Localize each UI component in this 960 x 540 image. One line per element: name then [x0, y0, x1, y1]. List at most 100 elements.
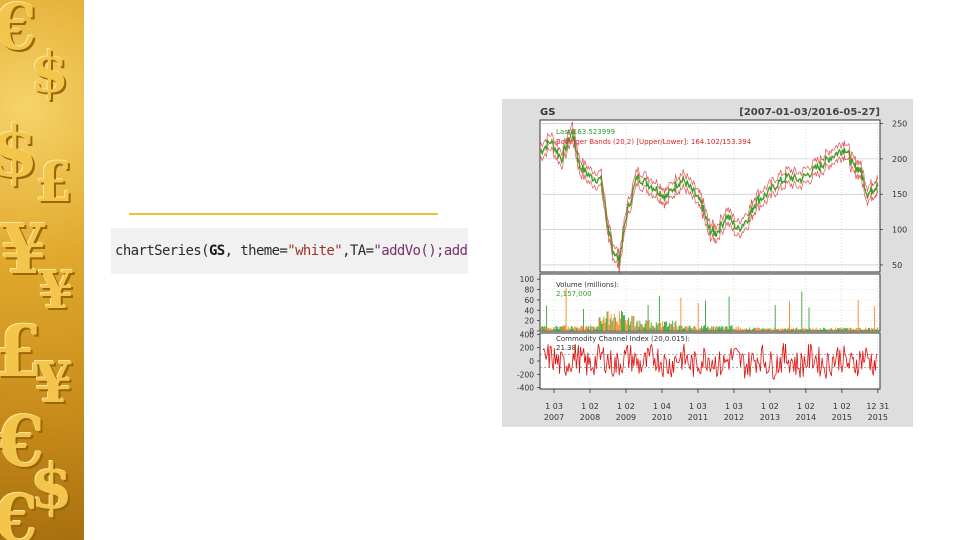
volume-bar	[863, 329, 865, 331]
cci-y-tick-label: 0	[529, 357, 534, 366]
volume-bar	[543, 327, 545, 331]
volume-bar	[722, 326, 724, 331]
volume-bar	[690, 327, 692, 331]
volume-bar	[816, 329, 818, 331]
volume-bar	[583, 308, 584, 331]
volume-bar	[619, 318, 621, 331]
volume-bar	[804, 328, 806, 331]
volume-bar	[623, 315, 624, 331]
volume-bar	[801, 291, 803, 331]
volume-bar	[647, 305, 649, 331]
volume-bar	[577, 328, 579, 331]
volume-bar	[767, 329, 769, 331]
volume-bar	[866, 329, 868, 331]
volume-bar	[830, 328, 831, 331]
volume-bar	[800, 329, 802, 331]
volume-bar	[829, 328, 830, 331]
volume-bar	[672, 320, 674, 331]
volume-bar	[858, 327, 860, 331]
volume-bar	[635, 325, 637, 331]
volume-bar	[728, 296, 730, 331]
cci-y-tick-label: -200	[517, 370, 534, 379]
volume-bar	[781, 328, 783, 331]
volume-bar	[857, 300, 859, 331]
volume-bar	[643, 327, 645, 331]
volume-bar	[545, 326, 547, 331]
volume-bar	[864, 327, 866, 331]
volume-bar	[741, 329, 743, 331]
volume-bar	[704, 325, 705, 331]
volume-bar	[739, 327, 741, 331]
volume-bar	[778, 329, 780, 331]
volume-bar	[657, 323, 659, 331]
volume-bar	[798, 329, 800, 331]
volume-bar	[628, 317, 630, 331]
volume-bar	[670, 323, 672, 331]
price-y-tick-label: 100	[892, 226, 907, 235]
code-symbol: GS	[208, 243, 225, 259]
volume-bar	[724, 326, 726, 331]
volume-bar	[854, 329, 856, 331]
decorative-currency-sidebar: € $ $ £ ¥ ¥ £ ¥ € $ €	[0, 0, 84, 540]
volume-bar	[550, 328, 552, 331]
volume-bar	[758, 327, 760, 331]
volume-bar	[752, 329, 754, 331]
volume-bar	[824, 329, 826, 331]
last-price-label: Last 163.523999	[556, 128, 615, 136]
volume-bar	[673, 327, 675, 331]
volume-bar	[737, 326, 739, 331]
volume-bar	[756, 328, 758, 331]
volume-bar	[542, 326, 543, 331]
volume-bar	[803, 328, 805, 331]
volume-bar	[645, 319, 647, 331]
volume-bar	[760, 329, 762, 331]
volume-bar	[695, 328, 697, 331]
volume-bar	[614, 317, 616, 331]
volume-bar	[691, 328, 693, 331]
volume-bar	[707, 326, 709, 331]
volume-bar	[817, 329, 819, 331]
pound-icon: £	[35, 150, 73, 214]
x-tick-label-day: 12 31	[866, 402, 889, 411]
volume-y-tick-label: 60	[524, 296, 534, 305]
code-theme-value: "white"	[287, 243, 343, 259]
volume-bar	[846, 328, 848, 331]
volume-bar	[596, 326, 598, 331]
volume-bar	[549, 328, 551, 331]
volume-bar	[652, 325, 654, 331]
volume-bar	[723, 329, 725, 331]
cci-y-tick-label: 200	[520, 344, 535, 353]
volume-bar	[654, 327, 656, 331]
volume-bar	[774, 304, 776, 331]
volume-bar	[790, 329, 792, 331]
volume-bar	[779, 328, 781, 331]
volume-bar	[609, 318, 611, 331]
volume-bar	[637, 320, 639, 331]
volume-bar	[547, 327, 549, 331]
volume-bar	[765, 328, 767, 331]
volume-label: Volume (millions):	[556, 281, 619, 289]
volume-bar	[683, 328, 685, 331]
x-tick-label-year: 2007	[544, 413, 564, 422]
volume-bar	[588, 326, 590, 331]
volume-bar	[715, 327, 717, 331]
volume-bar	[814, 329, 816, 331]
volume-bar	[629, 325, 631, 331]
volume-bar	[865, 329, 867, 331]
volume-bar	[686, 326, 688, 331]
volume-bar	[642, 326, 644, 331]
volume-bar	[655, 322, 657, 331]
volume-bar	[818, 329, 820, 331]
volume-bar	[685, 326, 687, 331]
volume-bar	[708, 327, 710, 331]
cci-label: Commodity Channel Index (20,0.015):	[556, 335, 690, 343]
volume-bar	[839, 327, 841, 331]
volume-bar	[776, 328, 778, 331]
volume-bar	[694, 326, 696, 331]
volume-bar	[600, 321, 602, 331]
volume-bar	[602, 319, 604, 331]
volume-bar	[639, 320, 641, 331]
volume-bar	[551, 328, 553, 331]
title-divider	[129, 213, 438, 215]
cci-y-tick-label: -400	[517, 384, 534, 393]
